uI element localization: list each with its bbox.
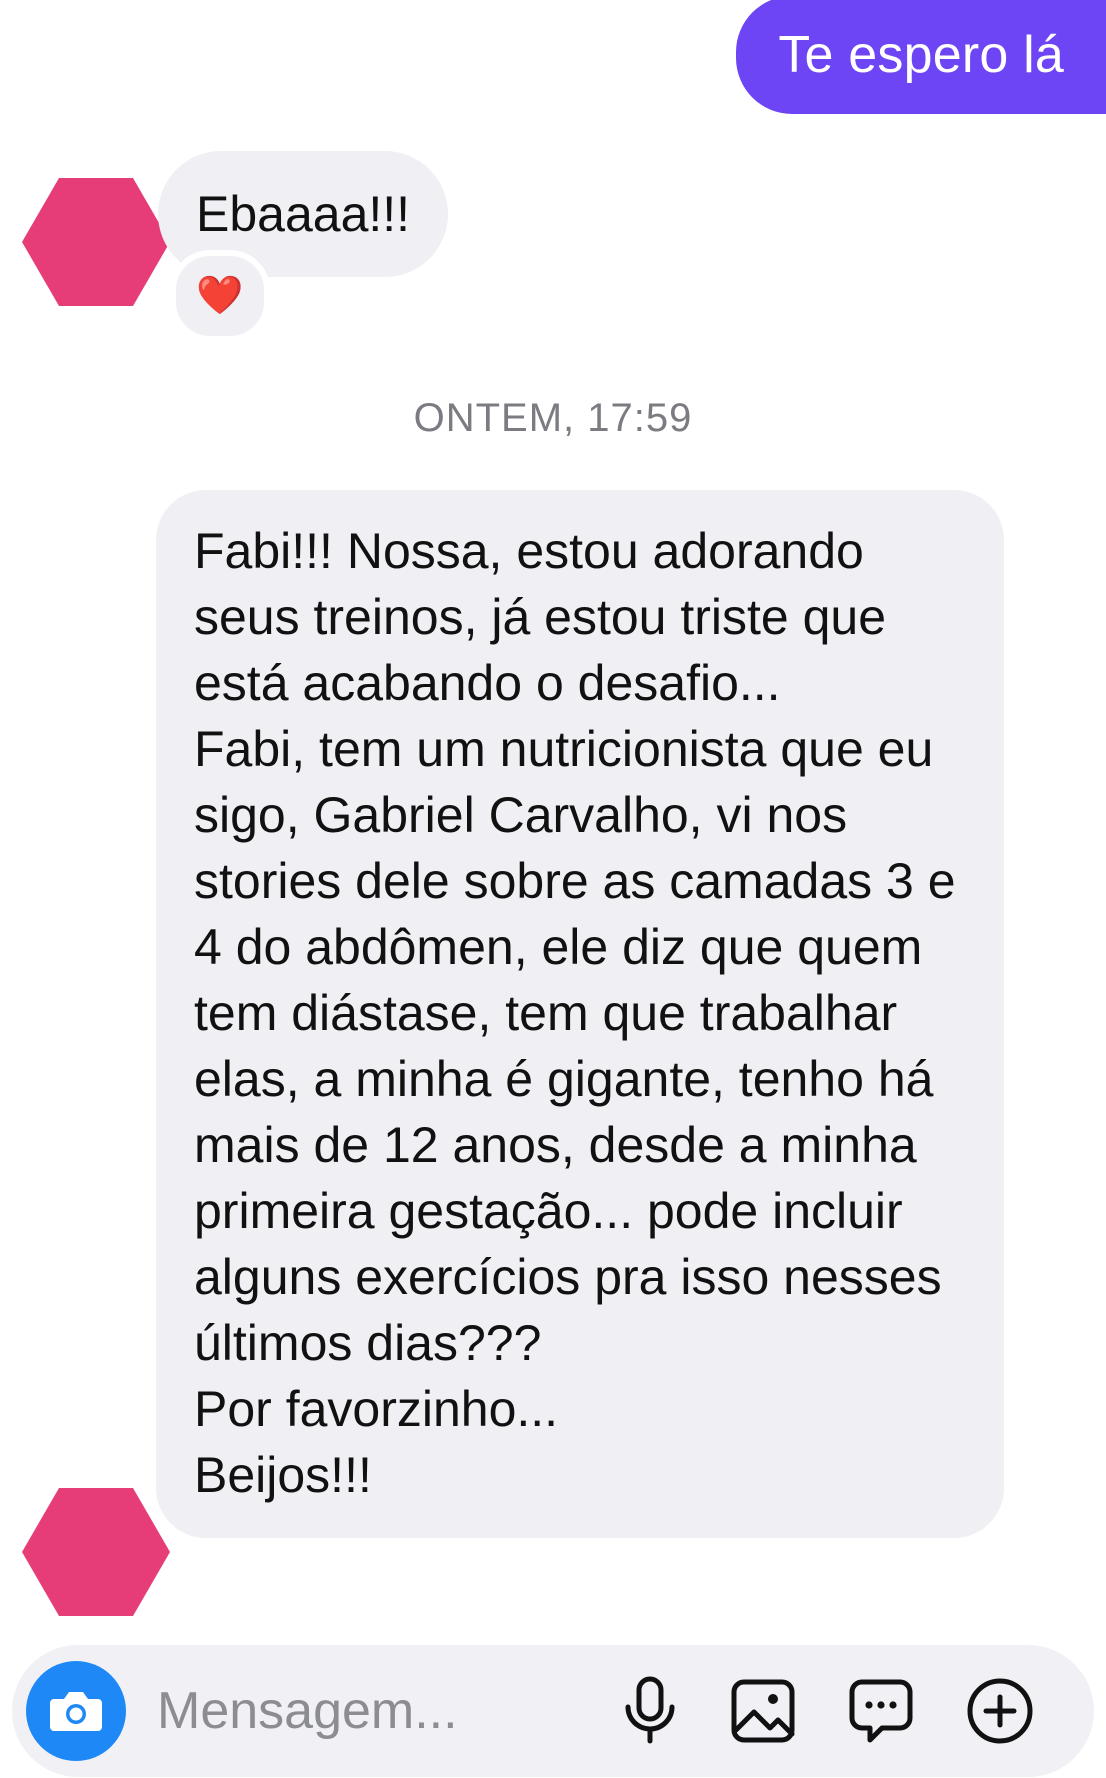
message-input[interactable] bbox=[157, 1675, 577, 1747]
received-message-text: Ebaaaa!!! bbox=[196, 186, 411, 242]
gallery-button[interactable] bbox=[723, 1671, 803, 1751]
sent-message-bubble[interactable]: Te espero lá bbox=[736, 0, 1106, 114]
sticker-icon bbox=[849, 1679, 913, 1743]
add-icon bbox=[967, 1678, 1033, 1744]
sent-message-text: Te espero lá bbox=[778, 26, 1064, 84]
message-composer bbox=[12, 1645, 1094, 1777]
add-button[interactable] bbox=[960, 1671, 1040, 1751]
heart-reaction[interactable]: ❤️ bbox=[170, 250, 270, 342]
sticker-button[interactable] bbox=[841, 1671, 921, 1751]
avatar[interactable] bbox=[22, 1488, 170, 1616]
message-timestamp: ONTEM, 17:59 bbox=[413, 396, 693, 440]
heart-icon: ❤️ bbox=[196, 275, 244, 317]
camera-icon bbox=[50, 1692, 102, 1731]
microphone-icon bbox=[625, 1676, 675, 1744]
gallery-icon bbox=[731, 1679, 795, 1743]
voice-message-button[interactable] bbox=[610, 1671, 690, 1751]
camera-button[interactable] bbox=[26, 1661, 126, 1761]
received-message-text: Fabi!!! Nossa, estou adorando seus trein… bbox=[194, 523, 956, 1503]
avatar[interactable] bbox=[22, 178, 170, 306]
received-message-bubble[interactable]: Fabi!!! Nossa, estou adorando seus trein… bbox=[156, 490, 1004, 1538]
